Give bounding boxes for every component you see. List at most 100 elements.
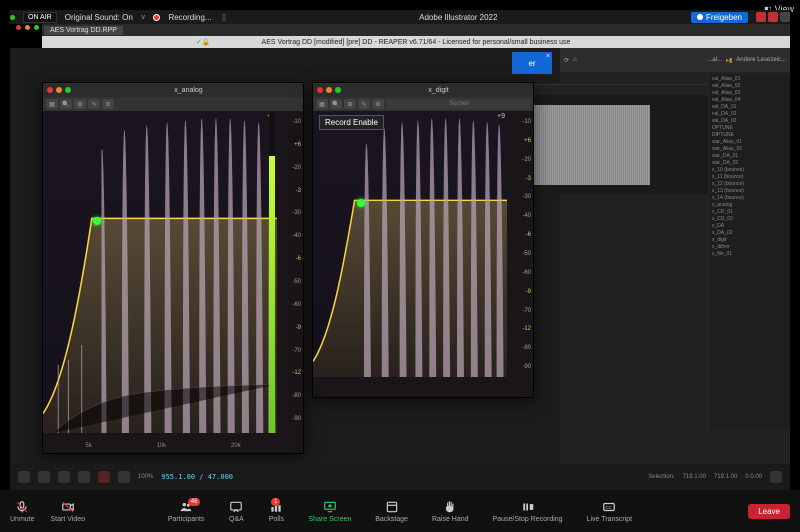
backstage-icon <box>384 500 400 514</box>
polls-count-badge: 1 <box>271 498 280 506</box>
freq-marker[interactable] <box>357 199 365 207</box>
analyzer-title: x_digit <box>348 87 529 94</box>
app-title: Adobe Illustrator 2022 <box>234 13 683 22</box>
close-icon[interactable]: × <box>546 53 550 60</box>
file-item[interactable]: val_DA_03 <box>712 118 788 125</box>
file-item[interactable]: war_Alias_01 <box>712 139 788 146</box>
macos-menubar: ON AIR Original Sound: On ˅ Recording...… <box>10 10 790 24</box>
spectrum-plot[interactable]: +9 <box>313 111 507 377</box>
file-item[interactable]: DIPTUNE <box>712 132 788 139</box>
file-item[interactable]: x_11 (bounce) <box>712 174 788 181</box>
tool-button[interactable]: ▦ <box>46 99 58 109</box>
file-item[interactable]: val_Alias_01 <box>712 76 788 83</box>
zoom-percent[interactable]: 100% <box>138 474 153 480</box>
document-tab[interactable]: AES Vortrag DD.RPP <box>44 26 123 35</box>
share-button[interactable]: Freigeben <box>691 12 748 23</box>
file-item[interactable]: val_DA_01 <box>712 104 788 111</box>
microphone-muted-icon <box>14 500 30 514</box>
original-sound-toggle[interactable]: Original Sound: On <box>65 13 133 22</box>
record-button[interactable] <box>98 471 110 483</box>
rewind-button[interactable] <box>18 471 30 483</box>
file-item[interactable]: x_CD_01 <box>712 209 788 216</box>
file-item[interactable]: x_12 (bounce) <box>712 181 788 188</box>
file-item[interactable]: x_dither <box>712 244 788 251</box>
db-scale: -10+6-20-3-30-40-6-50-60-9-70-12-80-90 <box>507 111 533 377</box>
home-icon[interactable]: ⌂ <box>573 57 577 63</box>
analyzer-window-digit[interactable]: x_digit ▦ 🔍 ⊞ ✎ ⚙ Suchen Record Enable <box>312 82 534 398</box>
svg-text:CC: CC <box>606 504 612 509</box>
file-item[interactable]: war_DA_01 <box>712 153 788 160</box>
camera-off-icon <box>60 500 76 514</box>
file-item[interactable]: x_DA <box>712 223 788 230</box>
zoom-control-bar: Unmute Start Video 46 Participants Q&A 1… <box>0 490 800 532</box>
workspace: er× ⟳ ⌂ ...al... ▸▮ Andere Lesezeic... ▮… <box>10 48 790 490</box>
file-item[interactable]: x_CD_02 <box>712 216 788 223</box>
tool-button[interactable]: ⊞ <box>74 99 86 109</box>
grid-button[interactable] <box>770 471 782 483</box>
backstage-button[interactable]: Backstage <box>375 500 408 523</box>
search-icon[interactable]: 🔍 <box>330 99 342 109</box>
record-controls-icon <box>520 500 536 514</box>
freq-axis: 5k10k20k <box>53 443 273 449</box>
file-item[interactable]: val_DA_02 <box>712 111 788 118</box>
stop-button[interactable] <box>58 471 70 483</box>
search-input[interactable]: Suchen <box>386 99 530 109</box>
pause-stop-recording-button[interactable]: Pause/Stop Recording <box>493 500 563 523</box>
loop-button[interactable] <box>118 471 130 483</box>
participants-button[interactable]: 46 Participants <box>168 500 205 523</box>
db-scale: -10+6-20-3-30-40-6-50-60-9-70-12-80-90 <box>277 111 303 433</box>
folder-icon[interactable]: ▸▮ <box>726 57 732 64</box>
record-enable-tooltip: Record Enable <box>319 115 384 130</box>
file-item[interactable]: x_DA_02 <box>712 230 788 237</box>
analyzer-toolbar[interactable]: ▦ 🔍 ⊞ ✎ ⚙ Suchen <box>313 97 533 111</box>
share-screen-icon <box>322 500 338 514</box>
play-button[interactable] <box>38 471 50 483</box>
qa-icon <box>228 500 244 514</box>
raise-hand-button[interactable]: Raise Hand <box>432 500 469 523</box>
live-transcript-button[interactable]: CC Live Transcript <box>587 500 633 523</box>
window-traffic-lights[interactable] <box>16 25 39 30</box>
tool-button[interactable]: ⊞ <box>344 99 356 109</box>
hand-icon <box>442 500 458 514</box>
file-item[interactable]: war_Alias_02 <box>712 146 788 153</box>
file-item[interactable]: x_file_01 <box>712 251 788 258</box>
pause-button[interactable] <box>78 471 90 483</box>
browser-tab[interactable]: er× <box>512 52 552 74</box>
file-item[interactable]: val_Alias_03 <box>712 90 788 97</box>
transport-bar[interactable]: 100% 955.1.00 / 47.000 Selection: 719.1.… <box>10 464 790 490</box>
file-list[interactable]: val_Alias_01val_Alias_02val_Alias_03val_… <box>710 74 790 430</box>
share-screen-button[interactable]: Share Screen <box>308 500 351 523</box>
file-item[interactable]: x_10 (bounce) <box>712 167 788 174</box>
file-item[interactable]: x_13 (bounce) <box>712 188 788 195</box>
spectrum-plot[interactable]: +9 <box>43 111 277 433</box>
tool-button[interactable]: ✎ <box>88 99 100 109</box>
file-item[interactable]: val_Alias_02 <box>712 83 788 90</box>
qa-button[interactable]: Q&A <box>228 500 244 523</box>
bookmarks-bar[interactable]: ⟳ ⌂ ...al... ▸▮ Andere Lesezeic... <box>560 48 790 72</box>
analyzer-toolbar[interactable]: ▦ 🔍 ⊞ ✎ ⚙ <box>43 97 303 111</box>
file-item[interactable]: x_digit <box>712 237 788 244</box>
search-icon[interactable]: 🔍 <box>60 99 72 109</box>
tool-button[interactable]: ⚙ <box>372 99 384 109</box>
lock-icon: ✓🔒 <box>196 38 211 46</box>
start-video-button[interactable]: Start Video <box>51 500 86 523</box>
file-item[interactable]: OPTUNE <box>712 125 788 132</box>
analyzer-window-analog[interactable]: x_analog ▦ 🔍 ⊞ ✎ ⚙ <box>42 82 304 454</box>
window-grid-icons[interactable] <box>756 12 790 22</box>
file-item[interactable]: war_DA_02 <box>712 160 788 167</box>
document-tabbar: AES Vortrag DD.RPP <box>42 24 790 36</box>
reload-icon[interactable]: ⟳ <box>564 57 569 64</box>
polls-button[interactable]: 1 Polls <box>268 500 284 523</box>
reaper-titlebar: ✓🔒 AES Vortrag DD [modified] [pre] DD - … <box>42 36 790 48</box>
right-panel: er× ⟳ ⌂ ...al... ▸▮ Andere Lesezeic... ▮… <box>560 48 790 490</box>
file-item[interactable]: x_analog <box>712 202 788 209</box>
file-item[interactable]: x_14 (bounce) <box>712 195 788 202</box>
file-item[interactable]: val_Alias_04 <box>712 97 788 104</box>
unmute-button[interactable]: Unmute <box>10 500 35 523</box>
leave-button[interactable]: Leave <box>748 504 790 519</box>
freq-marker[interactable] <box>93 217 101 225</box>
tool-button[interactable]: ▦ <box>316 99 328 109</box>
tool-button[interactable]: ⚙ <box>102 99 114 109</box>
time-display: 955.1.00 / 47.000 <box>161 473 233 481</box>
tool-button[interactable]: ✎ <box>358 99 370 109</box>
